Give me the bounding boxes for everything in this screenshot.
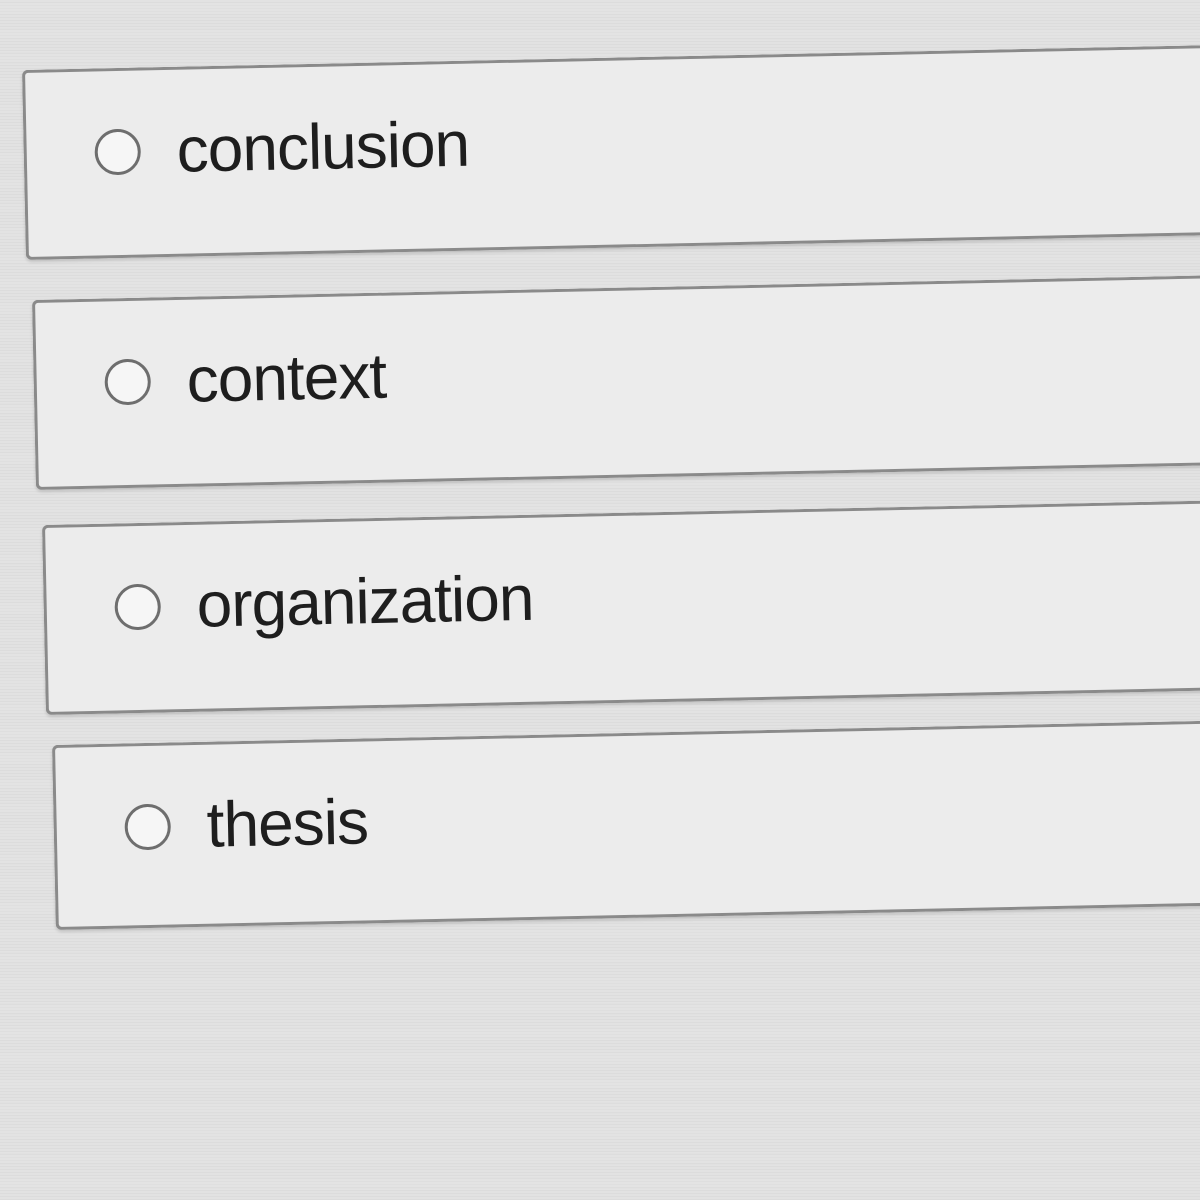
radio-button-context[interactable] (104, 358, 152, 406)
option-label: thesis (205, 785, 369, 861)
radio-button-thesis[interactable] (124, 803, 172, 851)
radio-button-organization[interactable] (114, 583, 162, 631)
answer-options: conclusion context organization thesis (0, 0, 1200, 1200)
option-context[interactable]: context (32, 275, 1200, 490)
option-label: context (185, 339, 387, 416)
option-thesis[interactable]: thesis (52, 720, 1200, 930)
option-label: conclusion (175, 107, 470, 186)
option-organization[interactable]: organization (42, 500, 1200, 715)
option-conclusion[interactable]: conclusion (22, 45, 1200, 260)
radio-button-conclusion[interactable] (94, 128, 142, 176)
option-label: organization (195, 561, 535, 641)
